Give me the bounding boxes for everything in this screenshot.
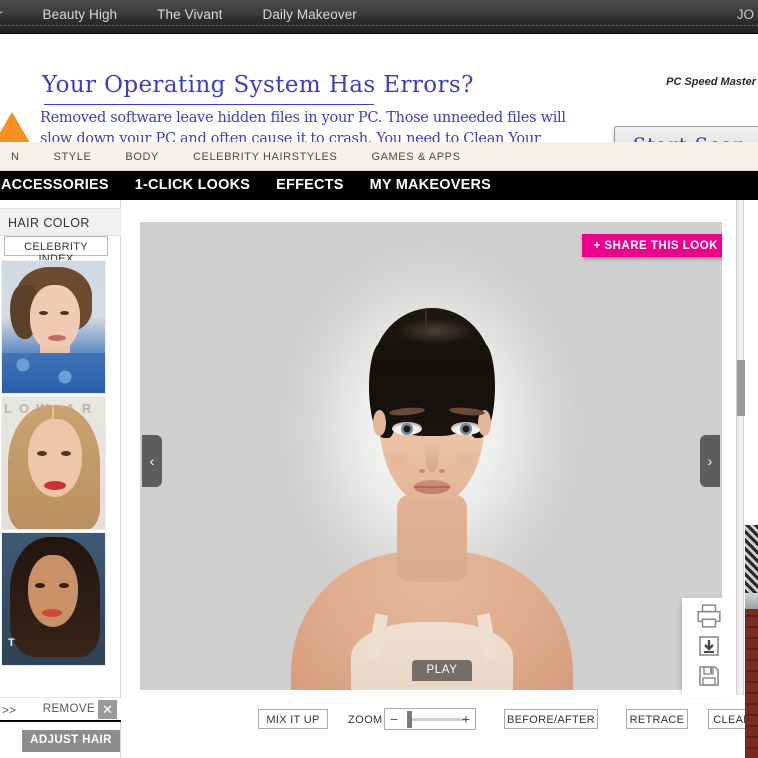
right-eye — [59, 583, 69, 588]
nostril-left — [419, 469, 425, 473]
before-after-button[interactable]: BEFORE/AFTER — [504, 709, 598, 729]
partner-links: aster Beauty High The Vivant Daily Makeo… — [0, 7, 377, 22]
editor-toolbar: MIX IT UP ZOOM − + BEFORE/AFTER RETRACE … — [244, 705, 758, 745]
site-navigation: N STYLE BODY CELEBRITY HAIRSTYLES GAMES … — [0, 142, 758, 171]
advertisement-banner[interactable]: ! Your Operating System Has Errors? Remo… — [0, 34, 758, 142]
zoom-slider-thumb[interactable] — [407, 711, 412, 728]
ad-brand-label: PC Speed Master — [666, 76, 756, 88]
makeover-canvas[interactable]: + SHARE THIS LOOK ‹ › PLAY — [140, 222, 722, 690]
adjust-hair-button[interactable]: ADJUST HAIR — [22, 730, 120, 752]
account-join-link[interactable]: JO — [737, 7, 754, 22]
right-eye — [60, 311, 69, 315]
cheek-left — [385, 450, 409, 468]
partner-link-0[interactable]: aster — [0, 7, 23, 22]
mouth — [48, 335, 66, 341]
zoom-out-icon[interactable]: − — [385, 709, 403, 729]
zoom-label: ZOOM — [348, 714, 383, 726]
cheek-right — [455, 450, 479, 468]
right-eye — [61, 451, 71, 456]
editor-pane: + SHARE THIS LOOK ‹ › PLAY MIX IT UP ZOO… — [122, 200, 758, 758]
ad-body-text: Removed software leave hidden files in y… — [40, 110, 566, 142]
zoom-in-icon[interactable]: + — [457, 709, 475, 729]
partner-link-2[interactable]: The Vivant — [137, 7, 242, 22]
dress — [2, 353, 105, 393]
ear-left — [373, 410, 386, 436]
expand-chevron-icon[interactable]: >> — [2, 703, 16, 717]
tab-1-click-looks[interactable]: 1-CLICK LOOKS — [122, 171, 263, 193]
partner-link-1[interactable]: Beauty High — [23, 7, 138, 22]
previous-look-arrow-icon[interactable]: ‹ — [142, 435, 162, 487]
tab-effects[interactable]: EFFECTS — [263, 171, 356, 193]
next-look-arrow-icon[interactable]: › — [700, 435, 720, 487]
face-shape — [30, 285, 80, 351]
hair-color-sidebar: HAIR COLOR CELEBRITY INDEX LOW AR T >> R… — [0, 200, 121, 758]
brick-wall — [745, 609, 758, 758]
download-icon[interactable] — [696, 634, 722, 658]
left-eye — [39, 311, 48, 315]
ad-headline-rule — [44, 104, 374, 105]
celebrity-index-button[interactable]: CELEBRITY INDEX — [4, 236, 108, 265]
tab-my-makeovers[interactable]: MY MAKEOVERS — [357, 171, 504, 193]
nose — [425, 438, 439, 472]
canvas-action-rail — [682, 598, 736, 698]
fence-pattern — [745, 525, 758, 593]
backdrop-logo-text: T — [8, 637, 16, 649]
print-icon[interactable] — [696, 604, 722, 628]
top-bar-divider — [0, 25, 758, 26]
floppy-save-icon[interactable] — [696, 664, 722, 688]
site-nav-item-style[interactable]: STYLE — [37, 142, 109, 163]
lip-line — [414, 486, 450, 488]
zoom-control[interactable]: − + — [384, 708, 476, 730]
mix-it-up-button[interactable]: MIX IT UP — [258, 709, 328, 729]
left-eye — [35, 583, 45, 588]
inner-pane-scrollbar[interactable] — [736, 200, 745, 695]
site-nav-item-0[interactable]: N — [0, 142, 37, 163]
remove-close-icon[interactable]: ✕ — [98, 700, 117, 719]
mouth — [42, 609, 62, 617]
site-nav-item-celebrity-hairstyles[interactable]: CELEBRITY HAIRSTYLES — [176, 142, 354, 163]
play-button[interactable]: PLAY — [412, 660, 472, 681]
adjacent-clipped-photo — [745, 525, 758, 758]
remove-label: REMOVE — [42, 703, 95, 715]
site-nav-item-body[interactable]: BODY — [108, 142, 176, 163]
celebrity-portrait-2: LOW AR — [2, 397, 105, 529]
chin — [413, 498, 451, 508]
iris-left — [401, 423, 413, 435]
ad-headline: Your Operating System Has Errors? — [42, 72, 474, 98]
partner-top-bar: aster Beauty High The Vivant Daily Makeo… — [0, 0, 758, 34]
iris-right — [460, 423, 472, 435]
celebrity-portrait-1 — [2, 261, 105, 393]
left-eye — [37, 451, 47, 456]
sidebar-panel-title: HAIR COLOR — [0, 208, 121, 236]
hair-highlight — [395, 318, 475, 344]
celebrity-thumbnail-2[interactable]: LOW AR — [1, 396, 106, 530]
celebrity-thumbnail-1[interactable] — [1, 260, 106, 394]
retrace-button[interactable]: RETRACE — [626, 709, 688, 729]
hair-part — [425, 310, 427, 336]
model-portrait-photo — [255, 222, 607, 690]
ledge — [745, 593, 758, 609]
site-nav-item-games-apps[interactable]: GAMES & APPS — [354, 142, 477, 163]
partner-link-3[interactable]: Daily Makeover — [242, 7, 376, 22]
nostril-right — [439, 469, 445, 473]
remove-row: >> REMOVE ✕ — [0, 697, 121, 722]
scrollbar-thumb[interactable] — [737, 360, 745, 416]
app-navigation: ACCESSORIES 1-CLICK LOOKS EFFECTS MY MAK… — [0, 171, 758, 200]
celebrity-thumbnail-3[interactable]: T — [1, 532, 106, 666]
makeover-stage: HAIR COLOR CELEBRITY INDEX LOW AR T >> R… — [0, 200, 758, 758]
start-scan-button[interactable]: Start Scan — [614, 126, 758, 142]
celebrity-portrait-3: T — [2, 533, 105, 665]
share-this-look-button[interactable]: + SHARE THIS LOOK — [581, 234, 722, 257]
mouth — [44, 481, 66, 490]
tab-accessories[interactable]: ACCESSORIES — [0, 171, 122, 193]
